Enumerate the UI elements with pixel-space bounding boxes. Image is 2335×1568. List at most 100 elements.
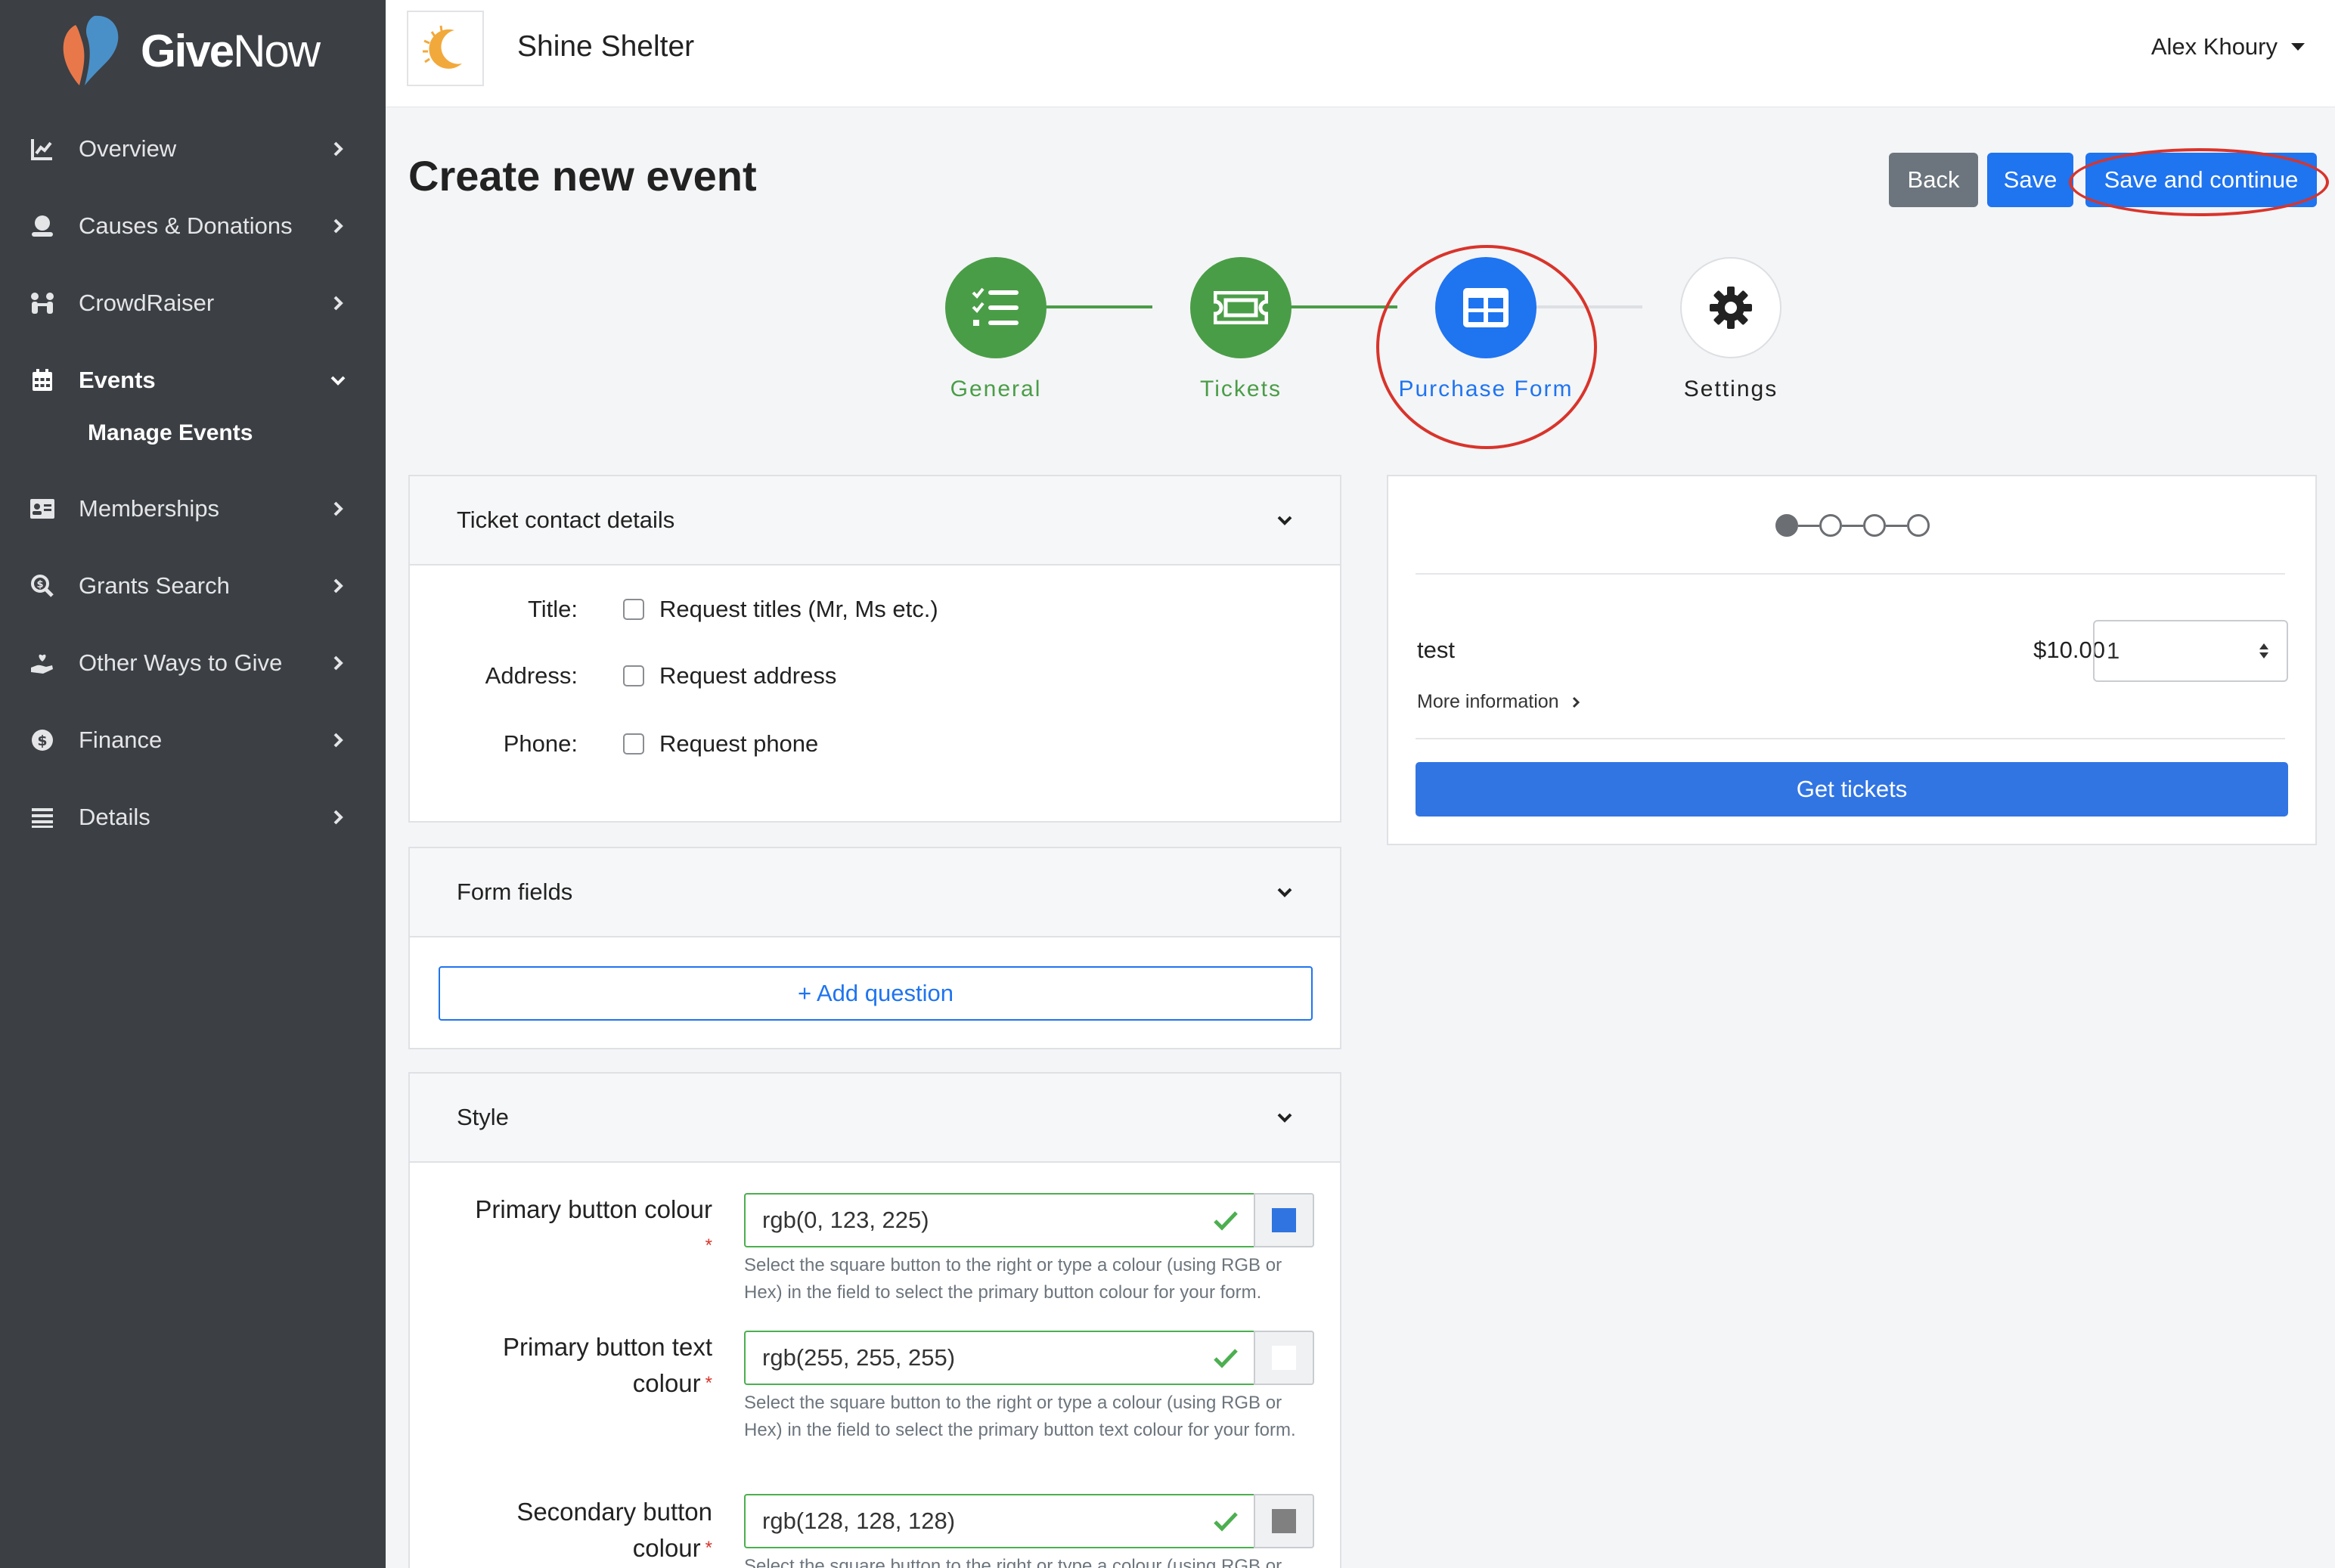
preview-progress-dots [1775, 514, 1930, 537]
input-value: rgb(0, 123, 225) [762, 1207, 929, 1233]
secondary-colour-picker-button[interactable] [1254, 1494, 1314, 1548]
sidebar-item-label: Details [79, 804, 150, 830]
form-fields-card: Form fields + Add question [408, 847, 1341, 1049]
back-button[interactable]: Back [1889, 153, 1978, 207]
sidebar-item-overview[interactable]: Overview [0, 110, 386, 187]
sidebar-item-crowdraiser[interactable]: CrowdRaiser [0, 265, 386, 342]
save-button[interactable]: Save [1987, 153, 2073, 207]
logo-text: GiveNow [141, 26, 321, 76]
field-label: Phone: [503, 730, 578, 757]
sidebar-item-causes[interactable]: Causes & Donations [0, 187, 386, 265]
step-tickets[interactable]: Tickets [1190, 257, 1292, 401]
secondary-button-colour-input[interactable]: rgb(128, 128, 128) [744, 1494, 1254, 1548]
search-dollar-icon: $ [29, 572, 56, 600]
sidebar-item-events[interactable]: Events [0, 342, 386, 419]
ticket-quantity-select[interactable]: 1 [2093, 620, 2288, 682]
progress-dot [1863, 514, 1886, 537]
ticket-contact-header[interactable]: Ticket contact details [410, 476, 1340, 566]
contact-row-address: Address: Request address [410, 662, 837, 689]
help-text: Select the square button to the right or… [744, 1255, 1282, 1303]
step-settings[interactable]: Settings [1680, 257, 1781, 401]
organisation-logo[interactable] [407, 11, 484, 86]
primary-button-colour-input[interactable]: rgb(0, 123, 225) [744, 1193, 1254, 1247]
sidebar-item-finance[interactable]: $ Finance [0, 702, 386, 779]
colour-swatch [1272, 1208, 1296, 1232]
step-circle [1680, 257, 1781, 358]
style-header[interactable]: Style [410, 1074, 1340, 1163]
checkbox-label[interactable]: Request address [659, 662, 836, 689]
step-label: Settings [1683, 377, 1778, 401]
sort-arrows-icon [2259, 643, 2268, 658]
colour-swatch [1272, 1509, 1296, 1533]
donation-icon [29, 212, 56, 240]
progress-dot [1775, 514, 1798, 537]
input-value: rgb(128, 128, 128) [762, 1508, 956, 1534]
valid-check-icon [1214, 1512, 1238, 1532]
givenow-logo[interactable]: GiveNow [53, 8, 321, 95]
hand-heart-icon [29, 649, 56, 677]
request-titles-checkbox[interactable] [623, 599, 644, 620]
primary-colour-picker-button[interactable] [1254, 1193, 1314, 1247]
gear-icon [1710, 287, 1752, 329]
contact-row-phone: Phone: Request phone [410, 730, 819, 758]
valid-check-icon [1214, 1211, 1238, 1231]
people-icon [29, 290, 56, 317]
sidebar-item-details[interactable]: Details [0, 779, 386, 856]
step-label: Purchase Form [1398, 377, 1574, 401]
primary-text-colour-picker-button[interactable] [1254, 1331, 1314, 1385]
valid-check-icon [1214, 1349, 1238, 1368]
user-menu[interactable]: Alex Khoury [2151, 33, 2305, 60]
divider [1416, 738, 2285, 739]
sidebar-item-label: Memberships [79, 495, 220, 522]
step-general[interactable]: General [945, 257, 1047, 401]
chevron-down-icon [1277, 1113, 1292, 1123]
chevron-down-icon [1277, 888, 1292, 897]
page-title: Create new event [408, 152, 757, 200]
select-value: 1 [2107, 637, 2120, 664]
progress-stepper: General Tickets Purchase Form Settings [907, 257, 1845, 408]
checkbox-label[interactable]: Request titles (Mr, Ms etc.) [659, 596, 938, 623]
checkbox-label[interactable]: Request phone [659, 730, 818, 758]
sidebar: GiveNow Overview Causes & Donations Crow… [0, 0, 386, 1568]
chevron-right-icon [333, 810, 343, 825]
purchase-form-preview: test $10.00 1 More information Get ticke… [1387, 475, 2317, 845]
save-and-continue-button[interactable]: Save and continue [2085, 153, 2317, 207]
ticket-icon [1214, 291, 1268, 324]
sidebar-item-label: Grants Search [79, 572, 230, 599]
sidebar-item-memberships[interactable]: Memberships [0, 470, 386, 547]
calendar-icon [29, 367, 56, 394]
chevron-right-icon [333, 578, 343, 593]
sidebar-item-other-ways[interactable]: Other Ways to Give [0, 624, 386, 702]
request-phone-checkbox[interactable] [623, 733, 644, 755]
chevron-down-icon [330, 376, 346, 386]
form-fields-header[interactable]: Form fields [410, 848, 1340, 937]
request-address-checkbox[interactable] [623, 665, 644, 686]
checklist-icon [972, 287, 1019, 326]
primary-button-text-colour-input[interactable]: rgb(255, 255, 255) [744, 1331, 1254, 1385]
more-information-link[interactable]: More information [1417, 691, 1582, 713]
chevron-right-icon [333, 501, 343, 516]
step-circle [945, 257, 1047, 358]
required-marker: * [705, 1373, 712, 1393]
field-label: Title: [527, 596, 578, 622]
get-tickets-button[interactable]: Get tickets [1416, 762, 2288, 817]
progress-dot-line [1798, 524, 1819, 527]
chevron-right-icon [333, 218, 343, 234]
organisation-name: Shine Shelter [517, 30, 695, 63]
sidebar-item-label: CrowdRaiser [79, 290, 215, 316]
list-icon [29, 804, 56, 831]
primary-button-colour-label: Primary button colour * [475, 1195, 712, 1256]
sidebar-item-label: Events [79, 367, 156, 393]
required-marker: * [705, 1235, 712, 1256]
sidebar-item-grants-search[interactable]: $ Grants Search [0, 547, 386, 624]
chevron-right-icon [333, 655, 343, 671]
field-label: Address: [485, 662, 578, 689]
dollar-gear-icon: $ [29, 727, 56, 754]
chart-line-icon [29, 135, 56, 163]
sidebar-item-label: Other Ways to Give [79, 649, 283, 676]
colour-swatch [1272, 1346, 1296, 1370]
step-circle [1435, 257, 1537, 358]
add-question-button[interactable]: + Add question [439, 966, 1313, 1021]
sidebar-nav: Overview Causes & Donations CrowdRaiser … [0, 110, 386, 856]
step-purchase-form[interactable]: Purchase Form [1398, 257, 1572, 401]
